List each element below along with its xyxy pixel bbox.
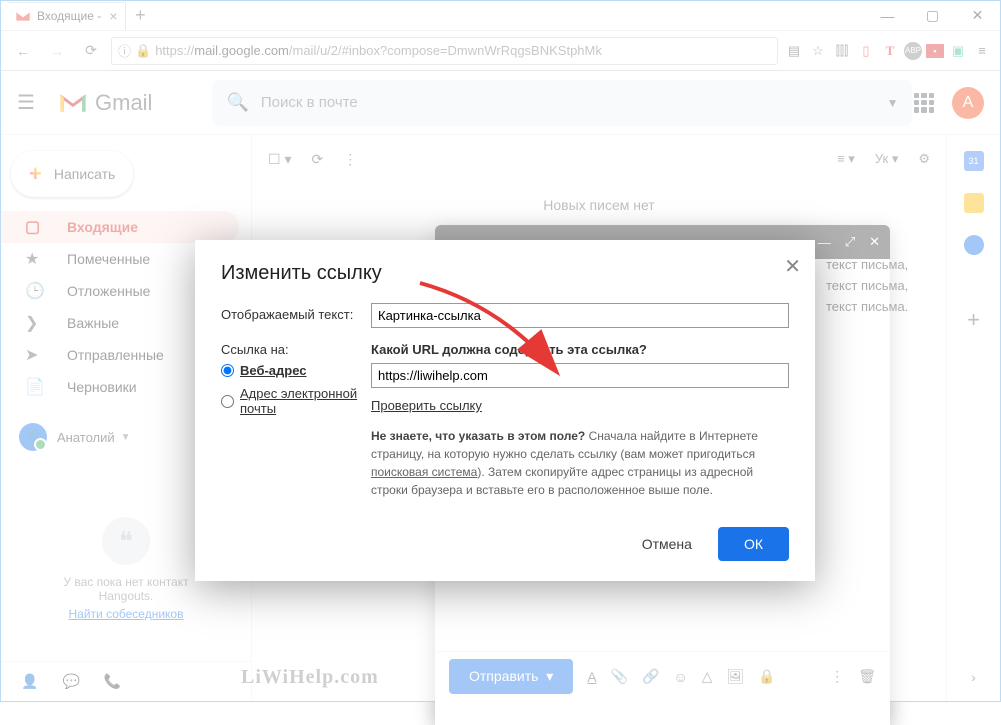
radio-email-input[interactable] bbox=[221, 395, 234, 408]
url-prompt: Какой URL должна содержать эта ссылка? bbox=[371, 342, 789, 357]
test-link[interactable]: Проверить ссылку bbox=[371, 398, 482, 413]
dialog-close-icon[interactable]: ✕ bbox=[784, 254, 801, 279]
display-text-input[interactable] bbox=[371, 303, 789, 328]
edit-link-dialog: ✕ Изменить ссылку Отображаемый текст: Сс… bbox=[195, 240, 815, 581]
search-engine-link[interactable]: поисковая система bbox=[371, 465, 477, 479]
radio-web-input[interactable] bbox=[221, 364, 234, 377]
ok-button[interactable]: ОК bbox=[718, 527, 789, 561]
cancel-button[interactable]: Отмена bbox=[628, 528, 706, 560]
dialog-help-text: Не знаете, что указать в этом поле? Снач… bbox=[371, 427, 789, 499]
radio-web-address[interactable]: Веб-адрес bbox=[221, 363, 371, 378]
radio-email-address[interactable]: Адрес электронной почты bbox=[221, 386, 371, 416]
display-text-label: Отображаемый текст: bbox=[221, 303, 371, 328]
link-to-label: Ссылка на: bbox=[221, 342, 289, 357]
url-input[interactable] bbox=[371, 363, 789, 388]
dialog-title: Изменить ссылку bbox=[221, 262, 789, 285]
